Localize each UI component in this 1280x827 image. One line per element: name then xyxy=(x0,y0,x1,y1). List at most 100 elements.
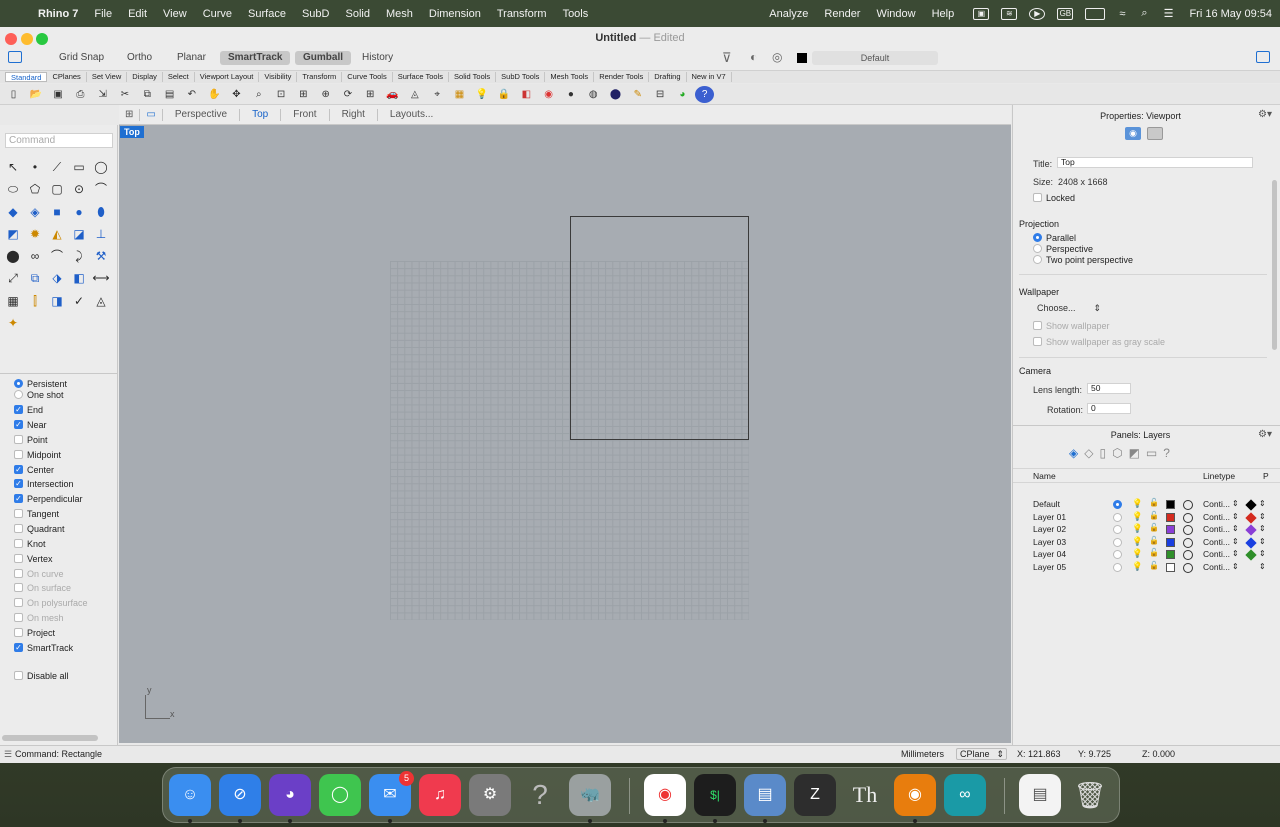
cplane-select[interactable]: CPlane ⇕ xyxy=(956,748,1007,760)
extrude-tool-icon[interactable]: ◈ xyxy=(26,203,44,221)
lock-icon[interactable]: 🔒 xyxy=(495,86,514,103)
screenshot-icon[interactable]: ▣ xyxy=(973,7,990,20)
menu-analyze[interactable]: Analyze xyxy=(761,8,816,20)
tab-set-view[interactable]: Set View xyxy=(87,72,128,82)
center-checkbox[interactable]: ✓ xyxy=(14,465,23,474)
zoom-icon[interactable]: ⌕ xyxy=(249,86,268,103)
layout-tab-icon[interactable]: ◩ xyxy=(1129,446,1140,460)
osnap-midpoint[interactable]: Midpoint xyxy=(14,448,61,461)
boolean-tool-icon[interactable]: ● xyxy=(70,203,88,221)
layer-name[interactable]: Layer 02 xyxy=(1033,524,1066,534)
material-icon[interactable] xyxy=(1183,512,1193,523)
layer-color-swatch[interactable] xyxy=(1166,563,1175,572)
layer-linetype[interactable]: Conti... xyxy=(1203,499,1230,509)
polygon-tool-icon[interactable]: ⬠ xyxy=(26,180,44,198)
projection-two-point[interactable]: Two point perspective xyxy=(1033,253,1133,266)
locked-checkbox[interactable] xyxy=(1033,193,1042,202)
tab-front[interactable]: Front xyxy=(281,108,330,121)
hammer-tool-icon[interactable]: ⚒ xyxy=(92,247,110,265)
split-tool-icon[interactable]: ⊥ xyxy=(92,225,110,243)
safari-icon[interactable]: ⊘ xyxy=(219,774,261,816)
near-checkbox[interactable]: ✓ xyxy=(14,420,23,429)
menu-dimension[interactable]: Dimension xyxy=(421,8,489,20)
document-tab-icon[interactable]: ▯ xyxy=(1099,446,1106,460)
tab-select[interactable]: Select xyxy=(163,72,195,82)
layer-linetype[interactable]: Conti... xyxy=(1203,537,1230,547)
circle-tool-icon[interactable]: ◯ xyxy=(92,158,110,176)
point-tool-icon[interactable]: • xyxy=(26,158,44,176)
dimension-tool-icon[interactable]: ⟷ xyxy=(92,269,110,287)
visibility-bulb-icon[interactable]: 💡 xyxy=(1132,561,1143,572)
visibility-bulb-icon[interactable]: 💡 xyxy=(1132,511,1143,522)
layer-name[interactable]: Layer 03 xyxy=(1033,537,1066,547)
lightbulb-icon[interactable]: 💡 xyxy=(472,86,491,103)
clock[interactable]: Fri 16 May 09:54 xyxy=(1181,8,1280,20)
current-layer-radio[interactable] xyxy=(1113,500,1122,509)
history-list-icon[interactable]: ☰ xyxy=(4,749,12,760)
layer-row[interactable]: Default 💡 🔓 Conti... ⇕ ⇕ xyxy=(1013,498,1273,512)
tab-display[interactable]: Display xyxy=(127,72,163,82)
smarttrack-toggle[interactable]: SmartTrack xyxy=(220,51,291,65)
display-properties-icon[interactable] xyxy=(1147,127,1163,140)
undo-icon[interactable]: ↶ xyxy=(182,86,201,103)
osnap-disable-all[interactable]: Disable all xyxy=(14,669,69,682)
pan-icon[interactable]: ✋ xyxy=(205,86,224,103)
box-outline-tool-icon[interactable]: ▢ xyxy=(48,180,66,198)
tab-curve-tools[interactable]: Curve Tools xyxy=(342,72,393,82)
control-center-icon[interactable]: ☰ xyxy=(1156,7,1182,20)
join-tool-icon[interactable]: ∞ xyxy=(26,247,44,265)
rotate-view-icon[interactable]: ⟳ xyxy=(338,86,357,103)
layer-row[interactable]: Layer 02 💡 🔓 Conti... ⇕ ⇕ xyxy=(1013,523,1273,537)
select-tool-icon[interactable]: ↖ xyxy=(4,158,22,176)
cylinder-tool-icon[interactable]: ⬮ xyxy=(92,203,110,221)
gumball-toggle[interactable]: Gumball xyxy=(295,51,352,65)
filter-icon[interactable]: ⊽ xyxy=(722,50,732,66)
shade-icon[interactable]: ◧ xyxy=(517,86,536,103)
explode-tool-icon[interactable]: ✹ xyxy=(26,225,44,243)
print-icon[interactable]: ⎙ xyxy=(71,86,90,103)
filter-edit-icon[interactable]: ✎ xyxy=(628,86,647,103)
objects-tab-icon[interactable]: ◇ xyxy=(1084,446,1093,460)
tab-layouts[interactable]: Layouts... xyxy=(378,109,445,121)
viewport-grid-icon[interactable]: ⊞ xyxy=(119,108,141,121)
knot-checkbox[interactable] xyxy=(14,539,23,548)
lock-icon[interactable]: 🔓 xyxy=(1149,561,1159,570)
car-icon[interactable]: 🚗 xyxy=(383,86,402,103)
surface-tool-icon[interactable]: ◆ xyxy=(4,203,22,221)
rhino-icon[interactable]: 🦏 xyxy=(569,774,611,816)
perspective-radio[interactable] xyxy=(1033,244,1042,253)
help-icon[interactable]: ? xyxy=(695,85,715,103)
rotation-field[interactable]: 0 xyxy=(1087,403,1131,414)
material-icon[interactable] xyxy=(1183,550,1193,561)
osnap-center[interactable]: ✓ Center xyxy=(14,463,54,476)
menu-view[interactable]: View xyxy=(155,8,195,20)
current-layer-radio[interactable] xyxy=(1113,537,1122,547)
layer-name[interactable]: Layer 01 xyxy=(1033,512,1066,522)
block-tab-icon[interactable]: ⬡ xyxy=(1112,446,1122,460)
ortho-toggle[interactable]: Ortho xyxy=(119,51,160,65)
top-viewport[interactable]: Top y x xyxy=(119,125,1011,743)
mesh-icon[interactable]: ◬ xyxy=(405,86,424,103)
save-icon[interactable]: ▣ xyxy=(49,86,68,103)
mesh-tool-icon[interactable]: ◭ xyxy=(48,225,66,243)
trim-tool-icon[interactable]: ◪ xyxy=(70,225,88,243)
osnap-vertex[interactable]: Vertex xyxy=(14,552,53,565)
one-shot-radio[interactable] xyxy=(14,390,23,399)
chrome-icon[interactable]: ◉ xyxy=(644,774,686,816)
grid-icon[interactable]: ⌖ xyxy=(428,86,447,103)
finder-icon[interactable]: ☺ xyxy=(169,774,211,816)
osnap-smarttrack[interactable]: ✓ SmartTrack xyxy=(14,641,73,654)
menu-help[interactable]: Help xyxy=(924,8,963,20)
osnap-intersection[interactable]: ✓ Intersection xyxy=(14,477,74,490)
globe-icon[interactable]: ◕ xyxy=(673,86,692,103)
plane-tool-icon[interactable]: ◩ xyxy=(4,225,22,243)
menu-render[interactable]: Render xyxy=(816,8,868,20)
boolean-union-icon[interactable]: ⬤ xyxy=(4,247,22,265)
cut-icon[interactable]: ✂ xyxy=(115,86,134,103)
wallpaper-choose-select[interactable]: Choose... ⇕ xyxy=(1037,303,1101,314)
arc-tool-icon[interactable]: ⌒ xyxy=(92,180,110,198)
material-icon[interactable] xyxy=(1183,563,1193,573)
layer-name[interactable]: Default xyxy=(1033,499,1060,509)
title-field[interactable]: Top xyxy=(1057,157,1253,168)
sphere-icon[interactable]: ● xyxy=(561,86,580,103)
